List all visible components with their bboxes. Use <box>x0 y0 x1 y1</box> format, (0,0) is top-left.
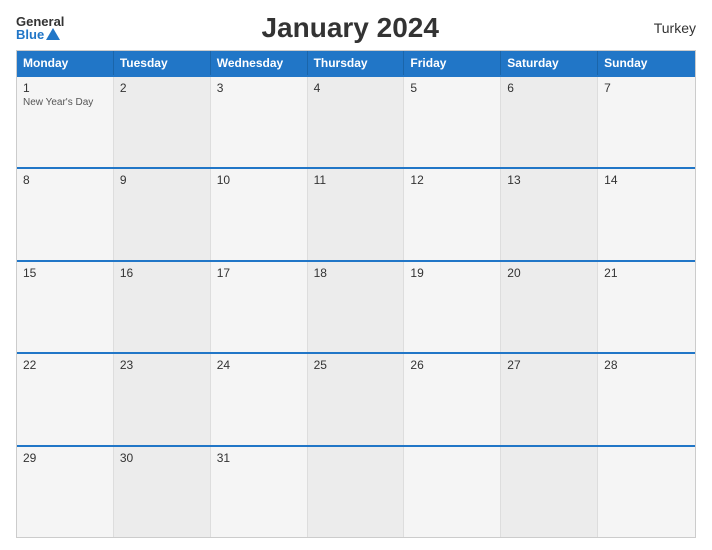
week-row-2: 8 9 10 11 12 13 14 <box>17 167 695 259</box>
calendar-page: General Blue January 2024 Turkey Monday … <box>0 0 712 550</box>
day-cell-30: 30 <box>114 447 211 537</box>
day-number: 14 <box>604 173 689 187</box>
day-number: 30 <box>120 451 204 465</box>
week-row-1: 1 New Year's Day 2 3 4 5 6 <box>17 75 695 167</box>
day-cell-18: 18 <box>308 262 405 352</box>
day-number: 2 <box>120 81 204 95</box>
day-number: 18 <box>314 266 398 280</box>
day-number: 28 <box>604 358 689 372</box>
day-cell-23: 23 <box>114 354 211 444</box>
day-number: 29 <box>23 451 107 465</box>
day-number: 24 <box>217 358 301 372</box>
day-cell-3: 3 <box>211 77 308 167</box>
logo: General Blue <box>16 15 64 42</box>
logo-general-text: General <box>16 15 64 28</box>
day-number: 31 <box>217 451 301 465</box>
day-number: 21 <box>604 266 689 280</box>
day-number: 15 <box>23 266 107 280</box>
week-row-3: 15 16 17 18 19 20 21 <box>17 260 695 352</box>
day-cell-17: 17 <box>211 262 308 352</box>
day-cell-2: 2 <box>114 77 211 167</box>
header-sunday: Sunday <box>598 51 695 75</box>
calendar-body: 1 New Year's Day 2 3 4 5 6 <box>17 75 695 537</box>
day-cell-31: 31 <box>211 447 308 537</box>
week-row-5: 29 30 31 <box>17 445 695 537</box>
day-number: 11 <box>314 173 398 187</box>
day-cell-7: 7 <box>598 77 695 167</box>
day-cell-14: 14 <box>598 169 695 259</box>
day-number: 22 <box>23 358 107 372</box>
calendar-header: General Blue January 2024 Turkey <box>16 12 696 44</box>
day-number: 20 <box>507 266 591 280</box>
day-cell-13: 13 <box>501 169 598 259</box>
header-friday: Friday <box>404 51 501 75</box>
day-number: 12 <box>410 173 494 187</box>
day-cell-empty-3 <box>501 447 598 537</box>
day-cell-27: 27 <box>501 354 598 444</box>
day-cell-22: 22 <box>17 354 114 444</box>
day-cell-24: 24 <box>211 354 308 444</box>
day-cell-21: 21 <box>598 262 695 352</box>
country-label: Turkey <box>636 20 696 36</box>
day-cell-empty-1 <box>308 447 405 537</box>
day-number: 6 <box>507 81 591 95</box>
day-number: 16 <box>120 266 204 280</box>
day-cell-20: 20 <box>501 262 598 352</box>
day-number: 5 <box>410 81 494 95</box>
day-cell-8: 8 <box>17 169 114 259</box>
day-number: 4 <box>314 81 398 95</box>
day-cell-9: 9 <box>114 169 211 259</box>
day-number: 17 <box>217 266 301 280</box>
day-number: 26 <box>410 358 494 372</box>
day-number: 25 <box>314 358 398 372</box>
day-number: 10 <box>217 173 301 187</box>
day-number: 27 <box>507 358 591 372</box>
day-cell-19: 19 <box>404 262 501 352</box>
day-cell-10: 10 <box>211 169 308 259</box>
day-cell-26: 26 <box>404 354 501 444</box>
day-number: 8 <box>23 173 107 187</box>
header-thursday: Thursday <box>308 51 405 75</box>
logo-blue-text: Blue <box>16 28 44 41</box>
day-cell-1: 1 New Year's Day <box>17 77 114 167</box>
week-row-4: 22 23 24 25 26 27 28 <box>17 352 695 444</box>
day-cell-6: 6 <box>501 77 598 167</box>
day-cell-16: 16 <box>114 262 211 352</box>
day-cell-12: 12 <box>404 169 501 259</box>
day-number: 1 <box>23 81 107 95</box>
day-number: 3 <box>217 81 301 95</box>
logo-triangle-icon <box>46 28 60 40</box>
day-cell-5: 5 <box>404 77 501 167</box>
day-cell-15: 15 <box>17 262 114 352</box>
header-wednesday: Wednesday <box>211 51 308 75</box>
day-number: 19 <box>410 266 494 280</box>
calendar-grid: Monday Tuesday Wednesday Thursday Friday… <box>16 50 696 538</box>
day-cell-empty-2 <box>404 447 501 537</box>
month-title: January 2024 <box>64 12 636 44</box>
header-monday: Monday <box>17 51 114 75</box>
header-saturday: Saturday <box>501 51 598 75</box>
day-cell-4: 4 <box>308 77 405 167</box>
day-cell-11: 11 <box>308 169 405 259</box>
day-cell-25: 25 <box>308 354 405 444</box>
day-number: 7 <box>604 81 689 95</box>
holiday-text: New Year's Day <box>23 97 107 108</box>
day-headers-row: Monday Tuesday Wednesday Thursday Friday… <box>17 51 695 75</box>
day-cell-28: 28 <box>598 354 695 444</box>
day-cell-29: 29 <box>17 447 114 537</box>
day-number: 23 <box>120 358 204 372</box>
day-number: 13 <box>507 173 591 187</box>
day-cell-empty-4 <box>598 447 695 537</box>
day-number: 9 <box>120 173 204 187</box>
header-tuesday: Tuesday <box>114 51 211 75</box>
